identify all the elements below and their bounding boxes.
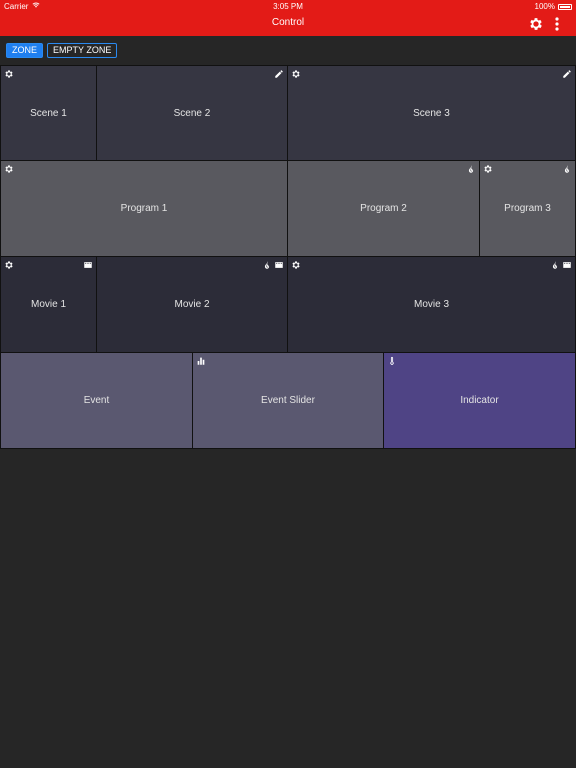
tile-indicator[interactable]: Indicator xyxy=(383,352,576,449)
more-vertical-icon[interactable] xyxy=(552,16,562,32)
tab-zone[interactable]: ZONE xyxy=(6,43,44,58)
tile-scene-3[interactable]: Scene 3 xyxy=(287,65,576,161)
battery-icon xyxy=(558,3,572,10)
tab-empty-zone[interactable]: EMPTY ZONE xyxy=(47,43,118,58)
gear-icon[interactable] xyxy=(291,260,301,270)
page-title: Control xyxy=(271,17,305,28)
tile-label: Movie 3 xyxy=(413,299,449,310)
zone-segment-control: ZONE EMPTY ZONE xyxy=(6,43,118,58)
tile-movie-3[interactable]: Movie 3 xyxy=(287,256,576,353)
tile-label: Scene 3 xyxy=(413,107,450,119)
film-icon xyxy=(83,260,93,270)
tile-program-2[interactable]: Program 2 xyxy=(287,160,480,257)
gear-icon[interactable] xyxy=(291,69,301,79)
status-bar: Carrier 3:05 PM 100% xyxy=(0,0,576,12)
tile-program-1[interactable]: Program 1 xyxy=(0,160,288,257)
film-icon xyxy=(274,260,284,270)
tile-program-3[interactable]: Program 3 xyxy=(479,160,576,257)
gear-icon[interactable] xyxy=(483,164,493,174)
fire-icon xyxy=(466,164,476,174)
gear-icon[interactable] xyxy=(4,260,14,270)
tile-label: Indicator xyxy=(460,395,499,406)
battery-indicator: 100% xyxy=(535,2,572,11)
tile-label: Movie 1 xyxy=(30,299,66,310)
tile-label: Scene 1 xyxy=(30,107,67,119)
tile-movie-2[interactable]: Movie 2 xyxy=(96,256,288,353)
fire-icon xyxy=(562,164,572,174)
clock: 3:05 PM xyxy=(273,2,303,11)
film-icon xyxy=(562,260,572,270)
bar-chart-icon xyxy=(196,356,206,366)
fire-icon xyxy=(262,260,272,270)
tile-label: Event Slider xyxy=(261,395,315,406)
thermometer-icon xyxy=(387,356,397,366)
gear-icon[interactable] xyxy=(4,69,14,79)
tile-scene-1[interactable]: Scene 1 xyxy=(0,65,97,161)
tile-label: Scene 2 xyxy=(173,107,211,119)
pencil-icon[interactable] xyxy=(274,69,284,79)
pencil-icon[interactable] xyxy=(562,69,572,79)
tile-label: Movie 2 xyxy=(174,299,210,310)
gear-icon[interactable] xyxy=(4,164,14,174)
tile-event-slider[interactable]: Event Slider xyxy=(192,352,384,449)
tile-event[interactable]: Event xyxy=(0,352,193,449)
tile-label: Program 3 xyxy=(504,203,551,214)
tile-scene-2[interactable]: Scene 2 xyxy=(96,65,288,161)
tile-movie-1[interactable]: Movie 1 xyxy=(0,256,97,353)
tile-label: Program 1 xyxy=(120,203,168,214)
tile-label: Event xyxy=(83,395,110,406)
gear-icon[interactable] xyxy=(528,16,544,32)
fire-icon xyxy=(550,260,560,270)
nav-bar: Control xyxy=(0,12,576,36)
tile-label: Program 2 xyxy=(360,203,407,214)
battery-percent: 100% xyxy=(534,2,555,11)
